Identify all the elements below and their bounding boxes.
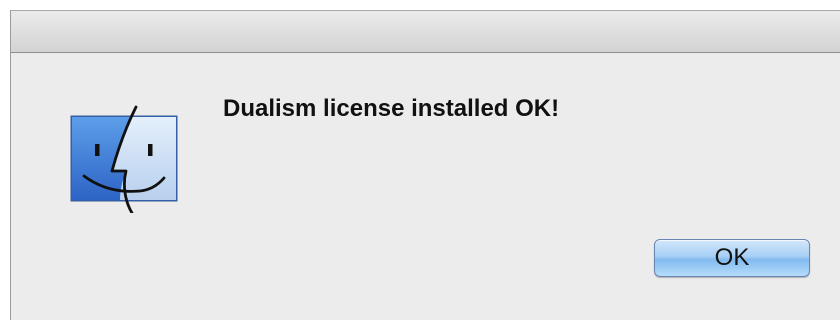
- alert-content: Dualism license installed OK! OK: [11, 53, 840, 320]
- alert-message: Dualism license installed OK!: [223, 95, 560, 122]
- alert-window: Dualism license installed OK! OK: [10, 10, 840, 320]
- title-bar[interactable]: [11, 11, 840, 53]
- finder-icon: [70, 105, 178, 215]
- ok-button[interactable]: OK: [654, 239, 810, 277]
